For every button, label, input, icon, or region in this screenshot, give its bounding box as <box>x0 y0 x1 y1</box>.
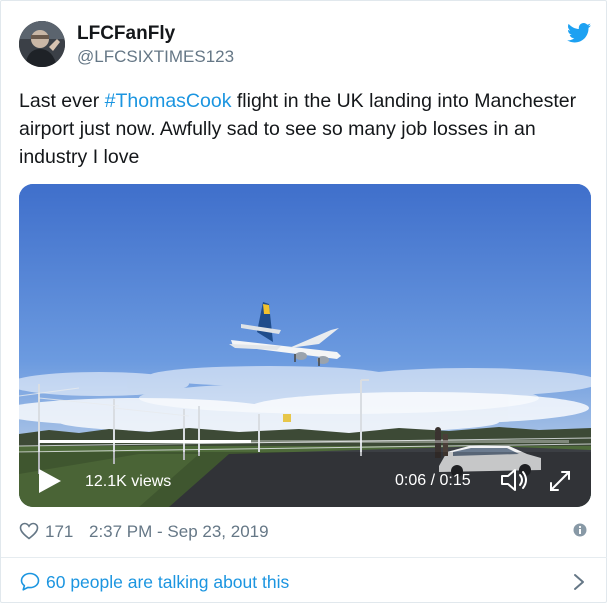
video-frame <box>19 184 591 507</box>
user-names: LFCFanFly @LFCSIXTIMES123 <box>77 23 234 68</box>
video-progress-fill <box>39 440 251 443</box>
view-count: 12.1K views <box>85 473 172 490</box>
avatar[interactable] <box>19 21 65 67</box>
info-icon[interactable] <box>573 523 587 537</box>
tweet-card: LFCFanFly @LFCSIXTIMES123 Last ever #Tho… <box>0 0 607 603</box>
like-count[interactable]: 171 <box>45 522 73 542</box>
speech-bubble-icon <box>20 572 40 591</box>
video-time: 0:06 / 0:15 <box>395 472 471 489</box>
divider <box>1 557 607 558</box>
chevron-right-icon <box>574 574 584 590</box>
conversation-label: 60 people are talking about this <box>46 572 290 592</box>
fullscreen-icon[interactable] <box>547 468 573 494</box>
hashtag-link[interactable]: #ThomasCook <box>105 90 232 112</box>
play-icon[interactable] <box>37 467 63 495</box>
heart-icon[interactable] <box>19 522 39 540</box>
video-progress-track[interactable] <box>39 440 569 443</box>
tweet-text: Last ever #ThomasCook flight in the UK l… <box>19 87 589 171</box>
tweet-meta: 171 2:37 PM - Sep 23, 2019 <box>19 519 591 545</box>
tweet-header: LFCFanFly @LFCSIXTIMES123 <box>19 19 591 71</box>
avatar-image <box>19 21 65 67</box>
twitter-bird-icon[interactable] <box>567 23 591 43</box>
tweet-timestamp[interactable]: 2:37 PM - Sep 23, 2019 <box>89 522 269 542</box>
user-handle[interactable]: @LFCSIXTIMES123 <box>77 46 234 68</box>
display-name[interactable]: LFCFanFly <box>77 23 234 45</box>
tweet-text-lead: Last ever <box>19 90 105 112</box>
volume-icon[interactable] <box>499 466 531 494</box>
conversation-link[interactable]: 60 people are talking about this <box>19 567 591 597</box>
video-player[interactable]: 12.1K views 0:06 / 0:15 <box>19 184 591 507</box>
